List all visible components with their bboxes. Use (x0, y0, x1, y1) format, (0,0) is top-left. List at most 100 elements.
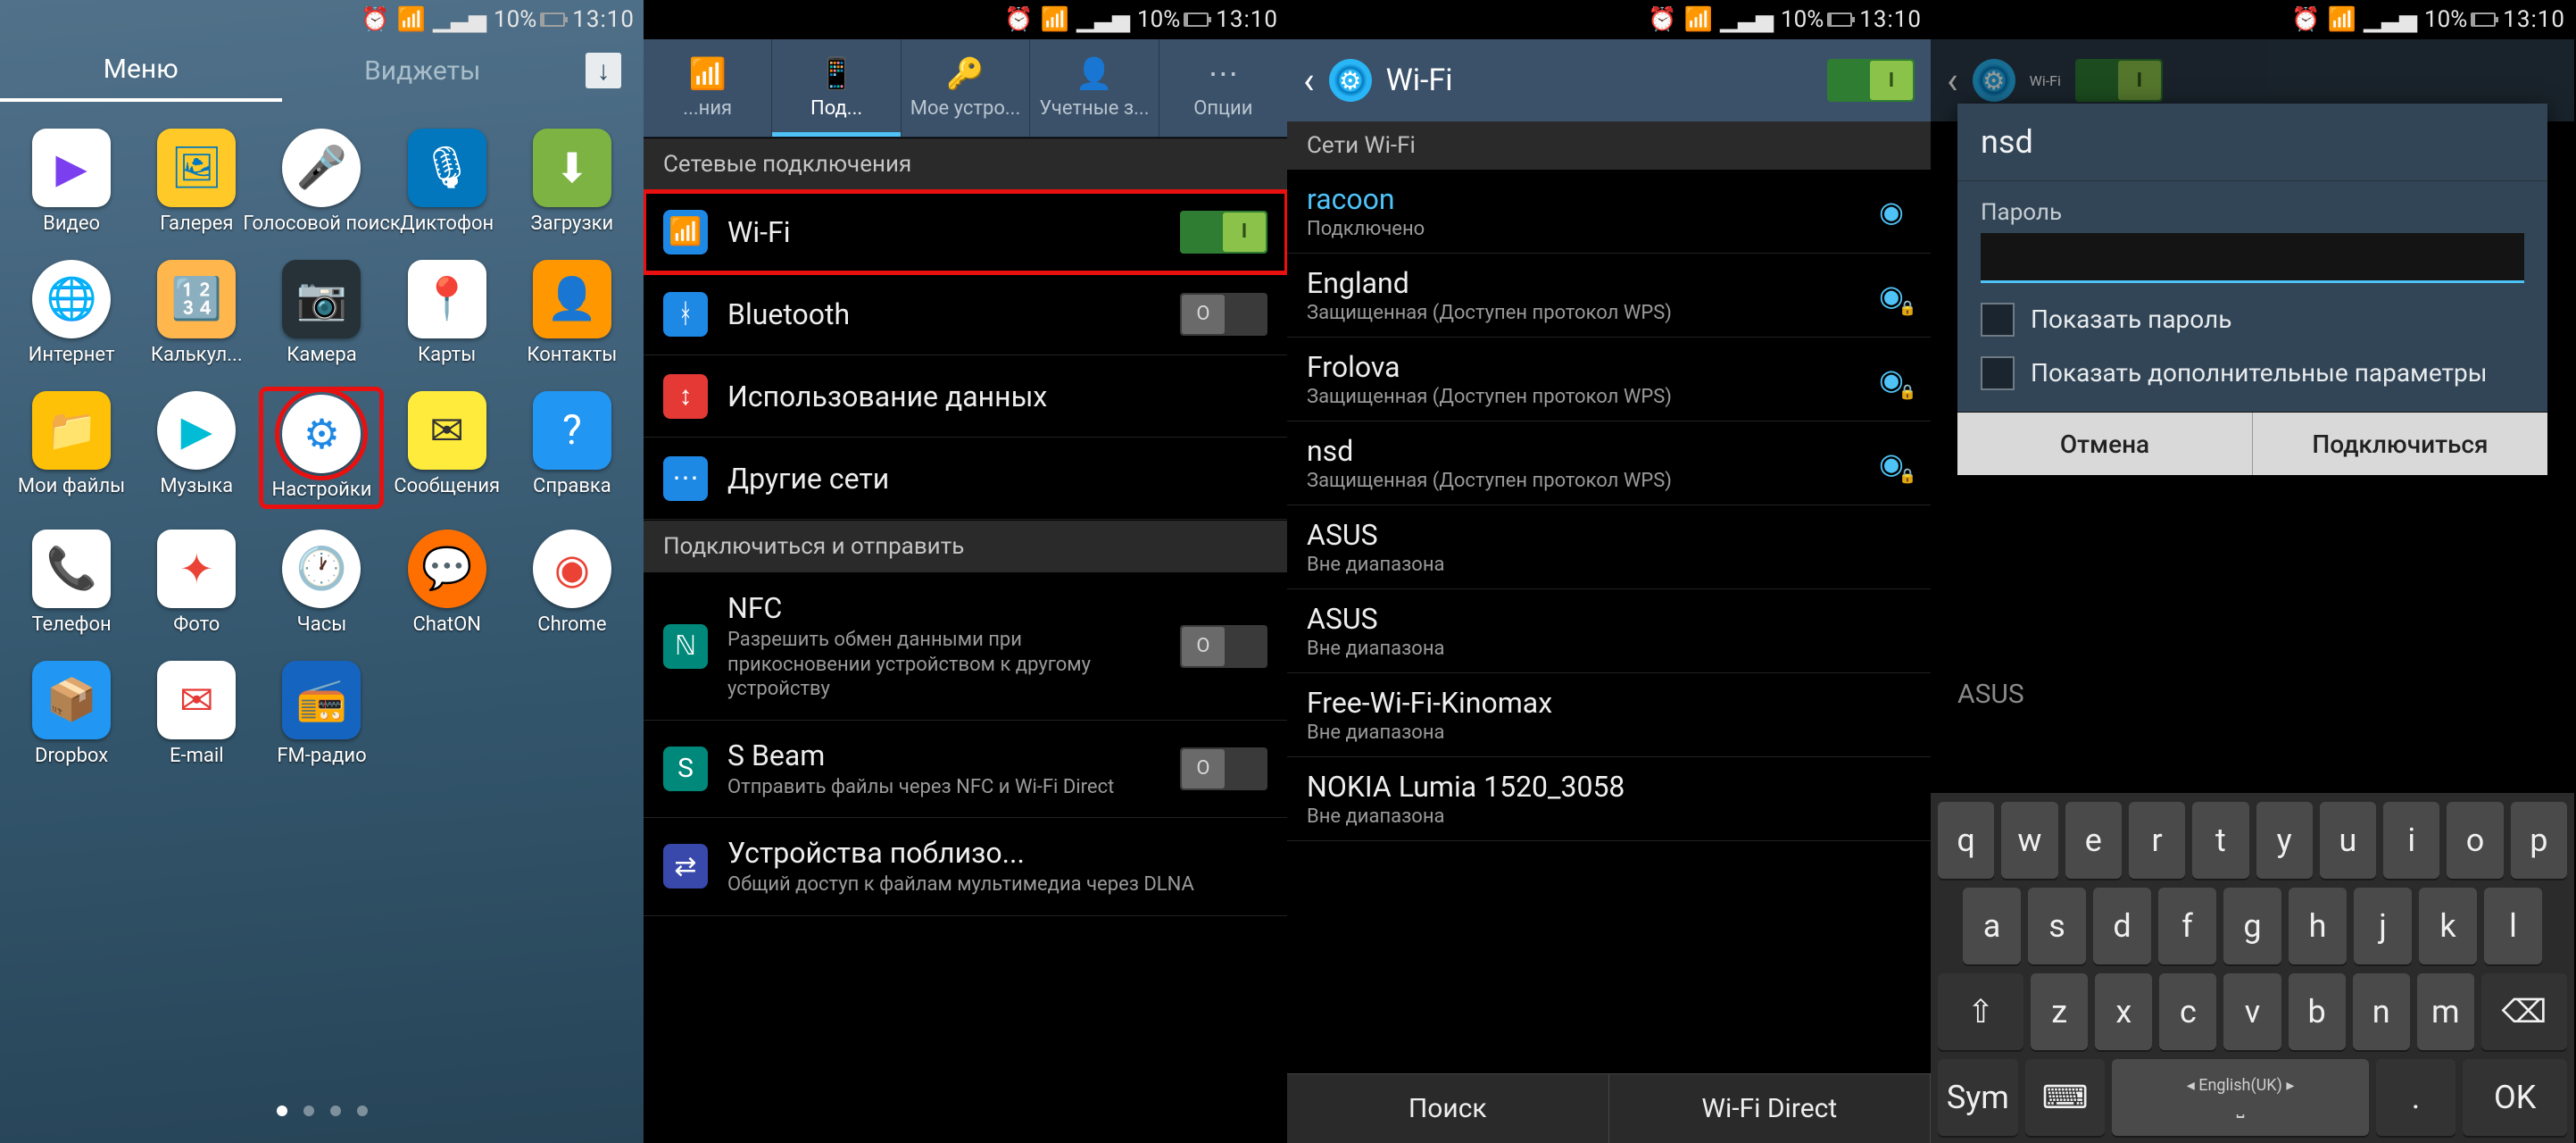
app-интернет[interactable]: 🌐Интернет (13, 260, 129, 366)
wifi-network[interactable]: FrolovaЗащищенная (Доступен протокол WPS… (1287, 338, 1931, 421)
key-x[interactable]: x (2095, 973, 2152, 1050)
settings-row[interactable]: ↕Использование данных (644, 355, 1287, 438)
key-backspace[interactable]: ⌫ (2481, 973, 2567, 1050)
key-dot[interactable]: . (2376, 1059, 2456, 1136)
app-label: FM-радио (277, 745, 366, 767)
key-m[interactable]: m (2417, 973, 2474, 1050)
app-телефон[interactable]: 📞Телефон (13, 530, 129, 636)
tab-icon: ⋯ (1208, 56, 1238, 92)
network-status: Защищенная (Доступен протокол WPS) (1307, 470, 1856, 492)
settings-row[interactable]: ⇄Устройства поблизо...Общий доступ к фай… (644, 818, 1287, 916)
toggle[interactable]: I (1180, 211, 1267, 254)
key-o[interactable]: o (2447, 802, 2503, 879)
app-карты[interactable]: 📍Карты (389, 260, 505, 366)
download-button[interactable]: ↓ (563, 39, 644, 102)
network-name: racoon (1307, 182, 1856, 216)
key-ok[interactable]: OK (2463, 1059, 2567, 1136)
key-z[interactable]: z (2031, 973, 2088, 1050)
password-input[interactable] (1981, 233, 2524, 283)
key-h[interactable]: h (2289, 888, 2347, 964)
wifi-network[interactable]: nsdЗащищенная (Доступен протокол WPS)◉🔒 (1287, 421, 1931, 505)
back-icon[interactable]: ‹ (1303, 59, 1315, 103)
tab-widgets[interactable]: Виджеты (282, 39, 564, 102)
key-i[interactable]: i (2383, 802, 2439, 879)
app-галерея[interactable]: 🖼Галерея (138, 129, 254, 235)
wifi-header: ‹ ⚙ Wi-Fi I (1287, 39, 1931, 121)
app-загрузки[interactable]: ⬇Загрузки (514, 129, 630, 235)
settings-tab[interactable]: 👤Учетные з... (1030, 39, 1159, 137)
app-видео[interactable]: ▶Видео (13, 129, 129, 235)
app-камера[interactable]: 📷Камера (263, 260, 379, 366)
key-v[interactable]: v (2223, 973, 2281, 1050)
wifi-network[interactable]: ASUSВне диапазона (1287, 505, 1931, 589)
key-k[interactable]: k (2419, 888, 2477, 964)
wifi-network[interactable]: Free-Wi-Fi-KinomaxВне диапазона (1287, 673, 1931, 757)
key-l[interactable]: l (2484, 888, 2542, 964)
key-j[interactable]: j (2354, 888, 2412, 964)
key-q[interactable]: q (1938, 802, 1994, 879)
wifi-network[interactable]: EnglandЗащищенная (Доступен протокол WPS… (1287, 254, 1931, 338)
toggle[interactable]: O (1180, 747, 1267, 790)
app-мои файлы[interactable]: 📁Мои файлы (13, 391, 129, 505)
key-g[interactable]: g (2223, 888, 2281, 964)
wifi-toggle[interactable]: I (1827, 59, 1915, 102)
tab-menu[interactable]: Меню (0, 39, 282, 102)
app-калькул...[interactable]: 🔢Калькул... (138, 260, 254, 366)
search-button[interactable]: Поиск (1287, 1074, 1609, 1143)
key-f[interactable]: f (2158, 888, 2216, 964)
page-title: Wi-Fi (1386, 63, 1813, 98)
wifi-signal-icon: ◉ (1872, 195, 1911, 229)
wifi-network[interactable]: racoonПодключено◉ (1287, 170, 1931, 254)
toggle[interactable]: O (1180, 625, 1267, 668)
app-icon: ◉ (533, 530, 611, 608)
key-y[interactable]: y (2256, 802, 2313, 879)
toggle[interactable]: O (1180, 293, 1267, 336)
settings-row[interactable]: ᚼBluetoothO (644, 273, 1287, 355)
key-b[interactable]: b (2289, 973, 2346, 1050)
app-fm-радио[interactable]: 📻FM-радио (263, 661, 379, 767)
key-p[interactable]: p (2511, 802, 2567, 879)
settings-tab[interactable]: 🔑Мое устро... (902, 39, 1030, 137)
app-музыка[interactable]: ▶Музыка (138, 391, 254, 505)
app-chrome[interactable]: ◉Chrome (514, 530, 630, 636)
settings-row[interactable]: 📶Wi-FiI (644, 191, 1287, 273)
wifi-network[interactable]: ASUSВне диапазона (1287, 589, 1931, 673)
app-диктофон[interactable]: 🎙Диктофон (389, 129, 505, 235)
settings-row[interactable]: SS BeamОтправить файлы через NFC и Wi-Fi… (644, 721, 1287, 819)
key-d[interactable]: d (2093, 888, 2151, 964)
connect-button[interactable]: Подключиться (2252, 413, 2547, 475)
key-keyboard-switch[interactable]: ⌨ (2025, 1059, 2106, 1136)
key-n[interactable]: n (2353, 973, 2410, 1050)
wifi-network[interactable]: NOKIA Lumia 1520_3058Вне диапазона (1287, 757, 1931, 841)
app-сообщения[interactable]: ✉Сообщения (389, 391, 505, 505)
key-shift[interactable]: ⇧ (1938, 973, 2023, 1050)
advanced-options-checkbox[interactable]: Показать дополнительные параметры (1981, 356, 2524, 390)
key-sym[interactable]: Sym (1938, 1059, 2018, 1136)
app-справка[interactable]: ?Справка (514, 391, 630, 505)
settings-row[interactable]: ⋯Другие сети (644, 438, 1287, 520)
key-u[interactable]: u (2320, 802, 2376, 879)
key-t[interactable]: t (2192, 802, 2248, 879)
app-голосовой поиск[interactable]: 🎤Голосовой поиск (263, 129, 379, 235)
settings-tab[interactable]: 📶...ния (644, 39, 772, 137)
wifi-direct-button[interactable]: Wi-Fi Direct (1609, 1074, 1932, 1143)
settings-tab[interactable]: 📱Под... (772, 39, 901, 137)
key-e[interactable]: e (2065, 802, 2122, 879)
app-контакты[interactable]: 👤Контакты (514, 260, 630, 366)
key-w[interactable]: w (2001, 802, 2057, 879)
key-a[interactable]: a (1963, 888, 2021, 964)
key-s[interactable]: s (2028, 888, 2086, 964)
app-e-mail[interactable]: ✉E-mail (138, 661, 254, 767)
app-часы[interactable]: 🕐Часы (263, 530, 379, 636)
key-space[interactable]: ◂ English(UK) ▸⎵ (2112, 1059, 2368, 1136)
key-r[interactable]: r (2129, 802, 2185, 879)
app-фото[interactable]: ✦Фото (138, 530, 254, 636)
app-dropbox[interactable]: 📦Dropbox (13, 661, 129, 767)
key-c[interactable]: c (2159, 973, 2216, 1050)
settings-tab[interactable]: ⋯Опции (1159, 39, 1287, 137)
settings-row[interactable]: ℕNFCРазрешить обмен данными при прикосно… (644, 573, 1287, 721)
app-настройки[interactable]: ⚙Настройки (263, 391, 379, 505)
show-password-checkbox[interactable]: Показать пароль (1981, 303, 2524, 337)
app-chaton[interactable]: 💬ChatON (389, 530, 505, 636)
cancel-button[interactable]: Отмена (1957, 413, 2252, 475)
